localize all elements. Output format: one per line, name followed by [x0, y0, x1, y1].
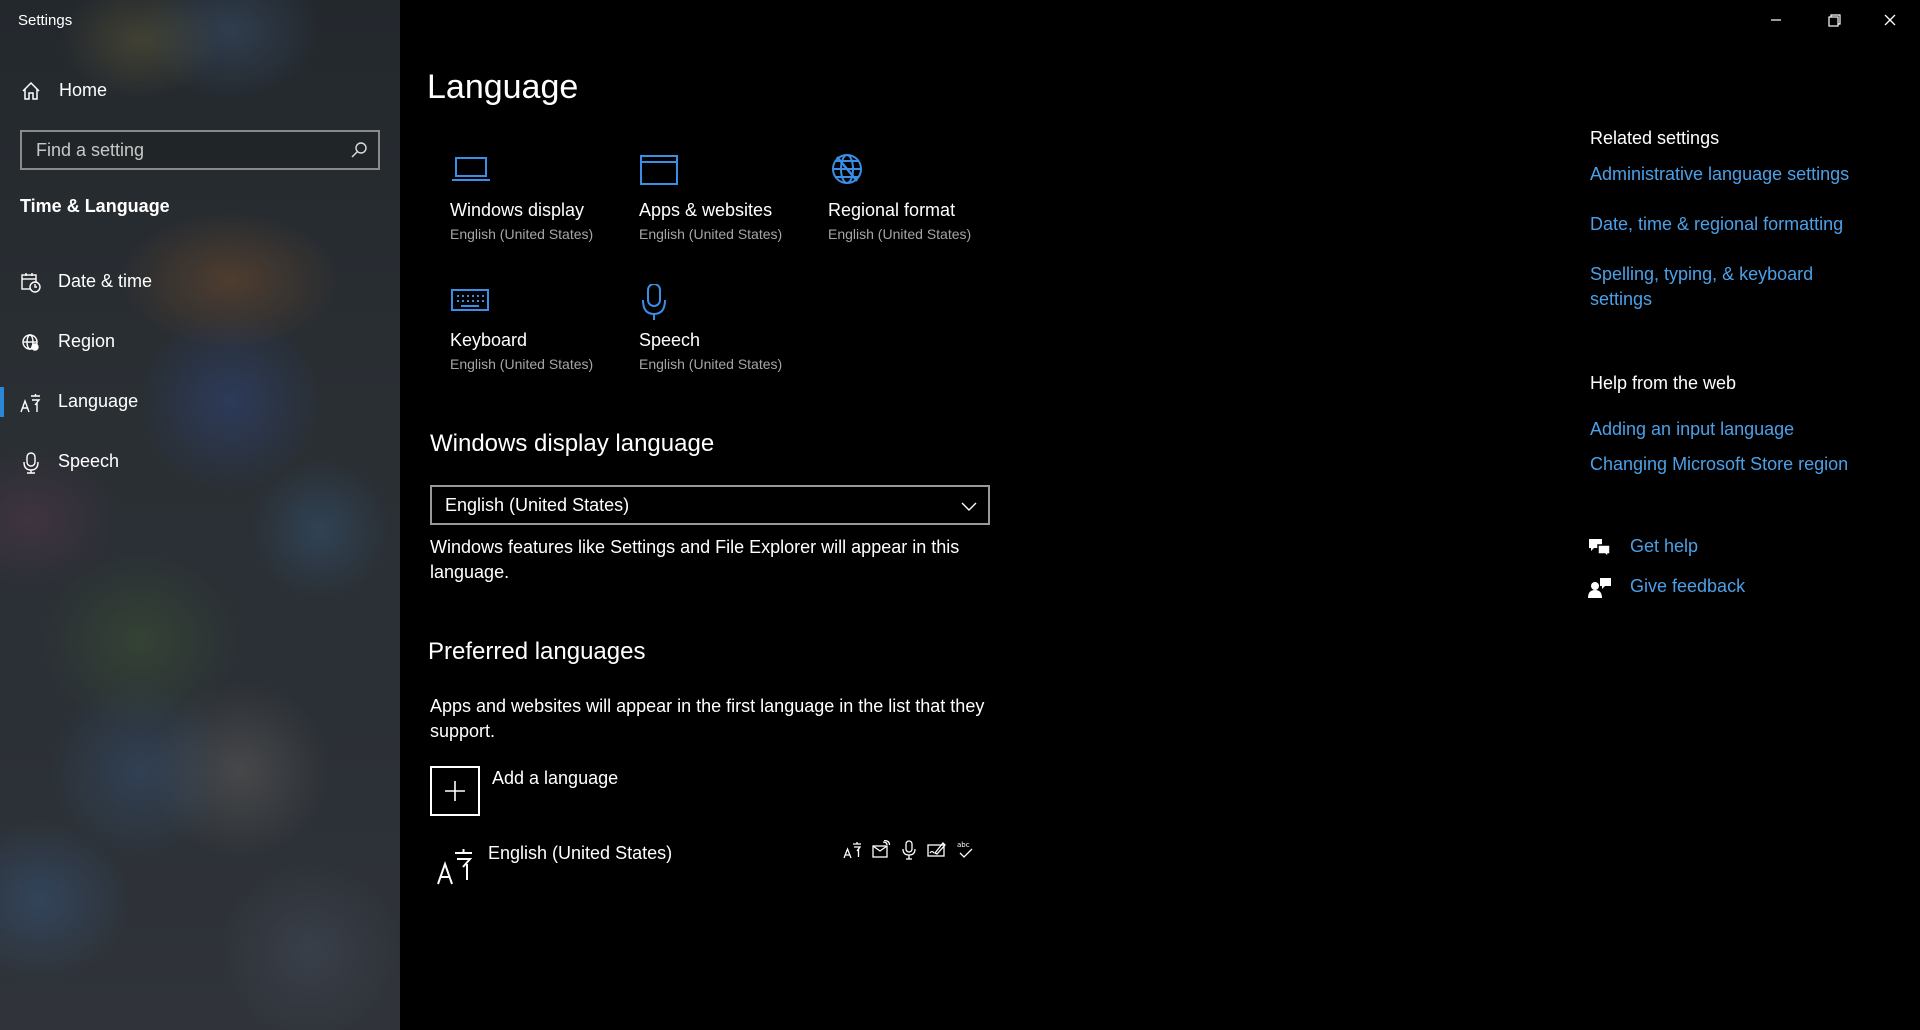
sidebar-item-date-time[interactable]: Date & time [0, 262, 400, 302]
tile-subtitle: English (United States) [639, 226, 783, 242]
sidebar-item-label: Region [58, 331, 116, 351]
spell-check-icon: abc [955, 840, 975, 865]
tile-subtitle: English (United States) [639, 356, 783, 372]
display-language-icon [843, 840, 863, 865]
language-list-item[interactable]: English (United States) abc [430, 836, 990, 892]
browser-window-icon [639, 154, 681, 191]
sidebar: Settings Home Time & Language Date & tim… [0, 0, 400, 1030]
give-feedback-label: Give feedback [1630, 576, 1746, 596]
tile-title: Keyboard [450, 330, 528, 350]
close-icon [1884, 14, 1896, 26]
calendar-clock-icon [20, 272, 42, 299]
display-language-dropdown[interactable]: English (United States) [430, 485, 990, 525]
home-icon [20, 80, 42, 107]
sidebar-item-language[interactable]: Language [0, 382, 400, 422]
active-indicator [0, 387, 4, 417]
tile-subtitle: English (United States) [828, 226, 972, 242]
language-icon [436, 846, 474, 891]
search-icon[interactable] [350, 141, 368, 164]
preferred-languages-description: Apps and websites will appear in the fir… [430, 696, 985, 741]
restore-icon [1828, 14, 1841, 27]
help-heading: Help from the web [1590, 373, 1737, 393]
display-language-description: Windows features like Settings and File … [430, 537, 960, 582]
dropdown-value: English (United States) [445, 495, 630, 515]
sidebar-item-label: Speech [58, 451, 120, 471]
search-box[interactable] [20, 130, 380, 170]
tile-title: Regional format [828, 200, 956, 220]
chevron-down-icon [960, 497, 978, 520]
tile-keyboard[interactable]: Keyboard English (United States) [450, 284, 630, 394]
language-icon [20, 392, 42, 419]
tile-title: Speech [639, 330, 701, 350]
page-title: Language [427, 68, 579, 106]
link-admin-language-settings[interactable]: Administrative language settings [1590, 162, 1849, 187]
tile-windows-display[interactable]: Windows display English (United States) [450, 154, 630, 264]
related-settings-heading: Related settings [1590, 128, 1720, 148]
preferred-languages-heading: Preferred languages [428, 638, 646, 665]
tile-subtitle: English (United States) [450, 226, 594, 242]
add-language-button[interactable]: Add a language [430, 766, 730, 816]
svg-text:abc: abc [957, 841, 970, 849]
tile-regional-format[interactable]: Regional format English (United States) [828, 152, 1008, 262]
chat-help-icon [1588, 537, 1612, 564]
close-button[interactable] [1870, 8, 1910, 32]
sidebar-item-label: Language [58, 391, 139, 411]
link-date-time-regional[interactable]: Date, time & regional formatting [1590, 212, 1843, 237]
restore-button[interactable] [1814, 8, 1854, 32]
home-nav-item[interactable]: Home [0, 75, 400, 107]
link-adding-input-language[interactable]: Adding an input language [1590, 417, 1794, 442]
microphone-icon [639, 283, 681, 329]
tile-apps-websites[interactable]: Apps & websites English (United States) [639, 154, 819, 264]
link-spelling-typing-keyboard[interactable]: Spelling, typing, & keyboard settings [1590, 262, 1860, 312]
sidebar-item-speech[interactable]: Speech [0, 442, 400, 482]
language-name: English (United States) [488, 843, 673, 863]
minimize-icon [1771, 19, 1781, 21]
sidebar-item-region[interactable]: Region [0, 322, 400, 362]
laptop-icon [450, 154, 492, 191]
home-label: Home [59, 80, 108, 100]
link-changing-store-region[interactable]: Changing Microsoft Store region [1590, 452, 1848, 477]
tile-speech[interactable]: Speech English (United States) [639, 283, 819, 394]
search-input[interactable] [22, 132, 378, 168]
keyboard-icon [450, 284, 492, 321]
text-to-speech-icon [871, 839, 891, 865]
app-title: Settings [18, 12, 73, 29]
handwriting-icon [927, 840, 947, 865]
microphone-icon [20, 452, 42, 479]
add-language-label: Add a language [492, 768, 619, 788]
tile-title: Windows display [450, 200, 585, 220]
get-help-label: Get help [1630, 536, 1699, 556]
tile-subtitle: English (United States) [450, 356, 594, 372]
globe-grid-icon [828, 152, 870, 195]
minimize-button[interactable] [1756, 8, 1796, 32]
section-title: Time & Language [20, 196, 170, 216]
tile-title: Apps & websites [639, 200, 773, 220]
display-language-heading: Windows display language [430, 430, 715, 457]
plus-icon [430, 766, 480, 816]
feedback-person-icon [1588, 577, 1612, 604]
sidebar-item-label: Date & time [58, 271, 153, 291]
speech-recognition-icon [899, 840, 919, 865]
globe-icon [20, 332, 42, 359]
